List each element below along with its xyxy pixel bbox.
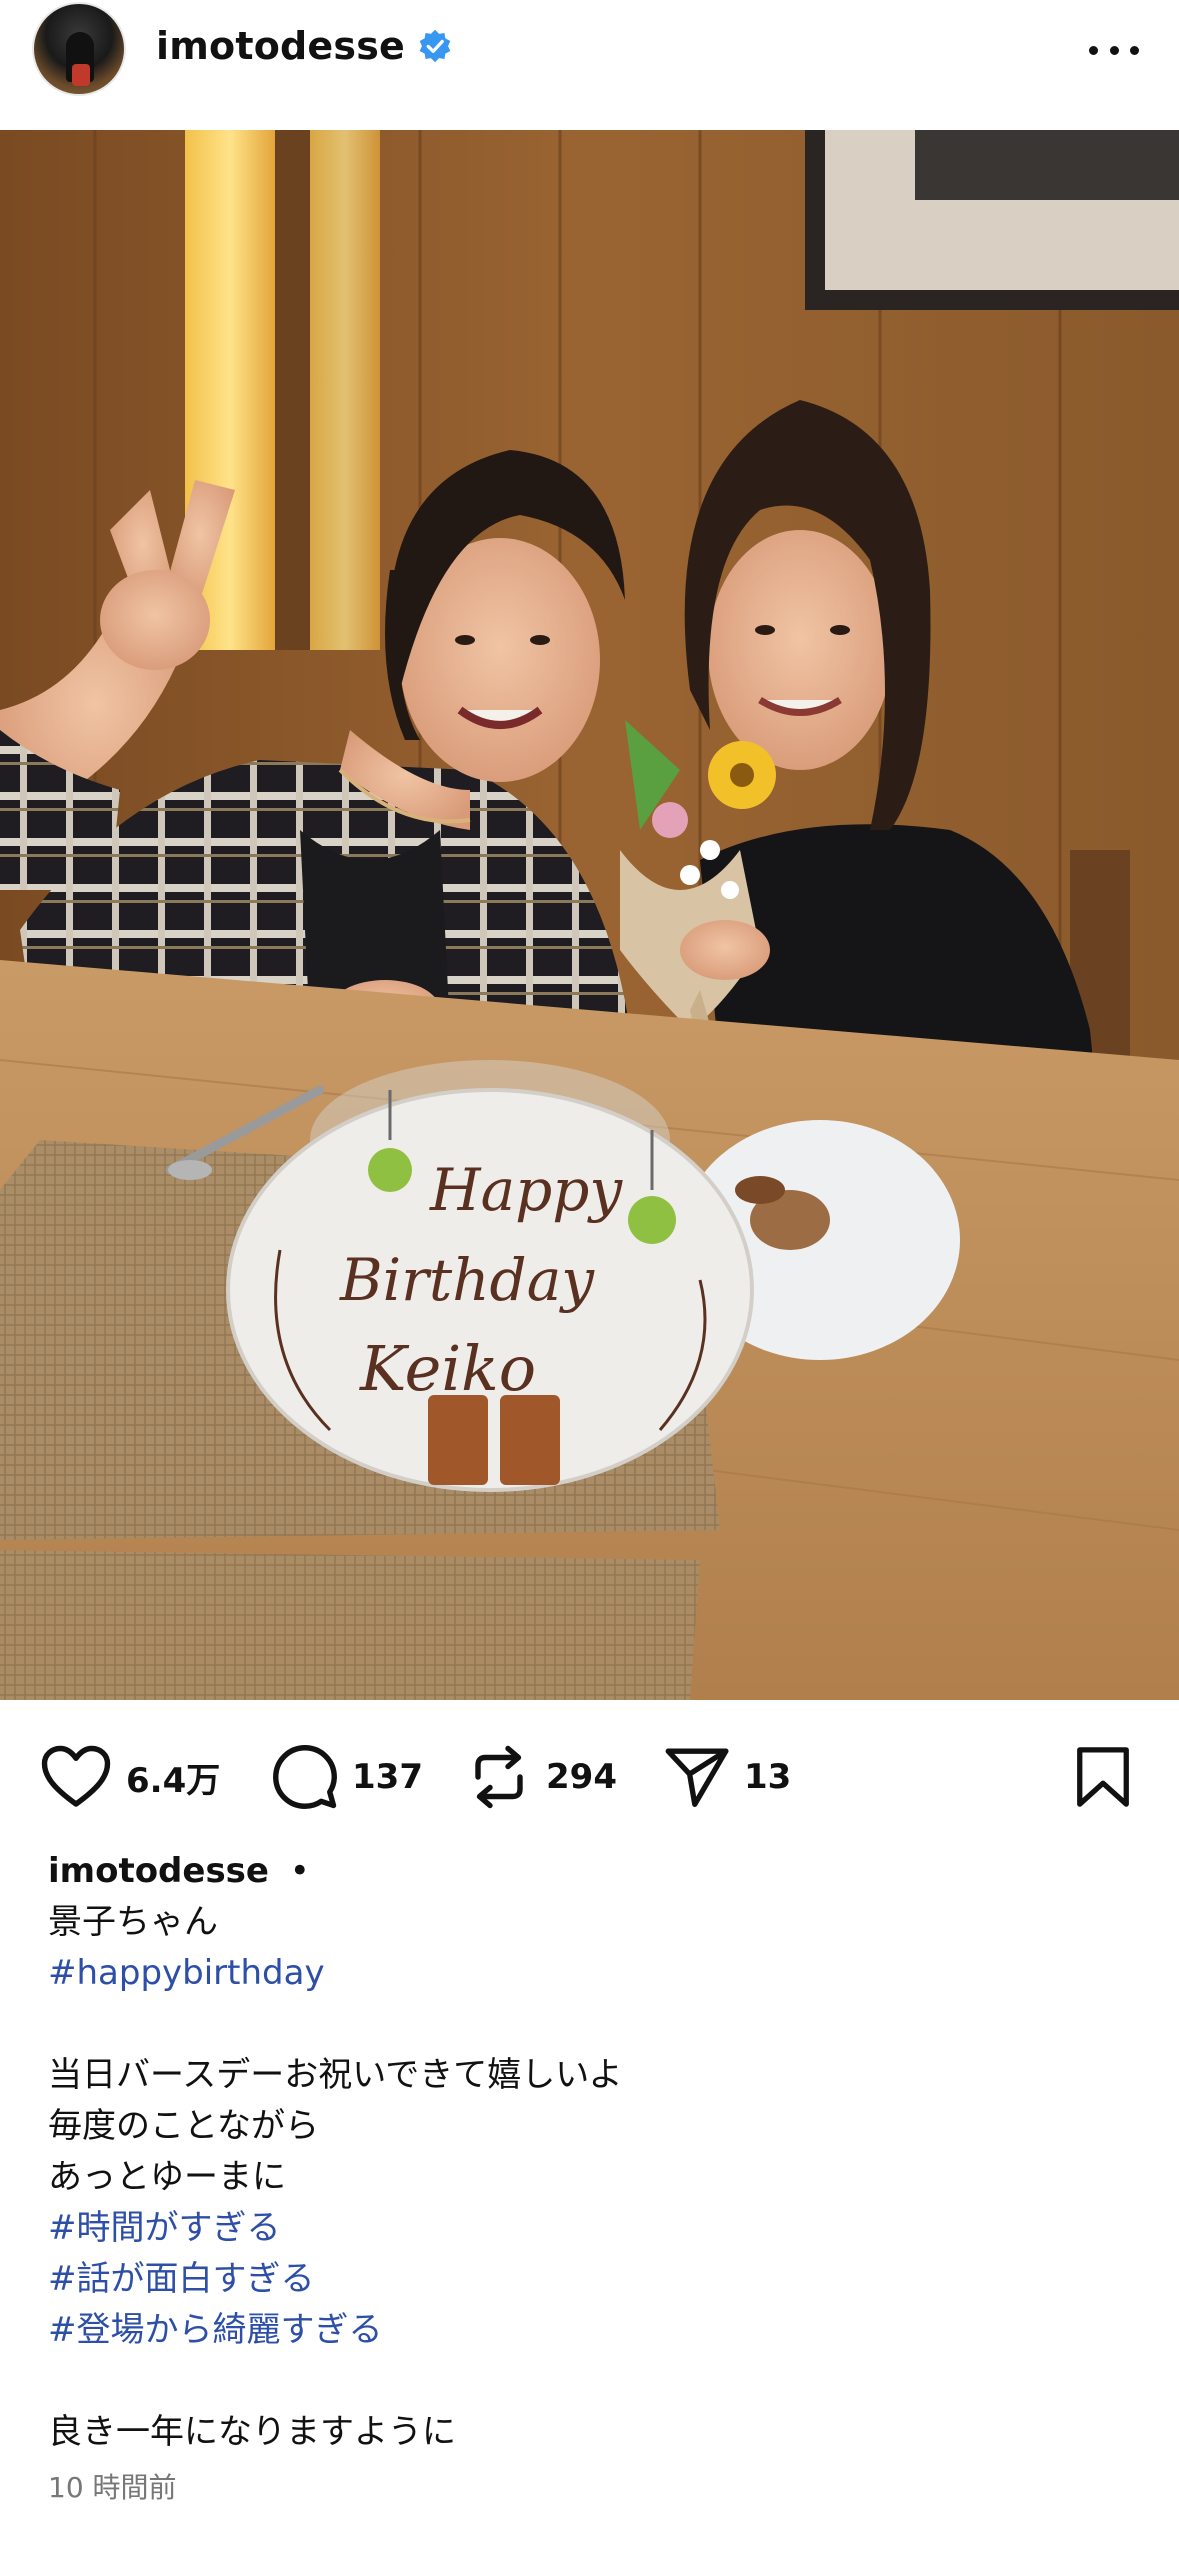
caption-line: 毎度のことながら <box>48 2106 319 2146</box>
bookmark-icon <box>1077 1747 1129 1807</box>
repost-button[interactable]: 294 <box>466 1744 617 1810</box>
caption-author[interactable]: imotodesse <box>48 1851 269 1891</box>
post-actions: 6.4万 137 294 13 <box>0 1700 1179 1850</box>
caption-separator: • <box>289 1851 310 1891</box>
share-count: 13 <box>744 1757 792 1797</box>
like-count: 6.4万 <box>126 1760 221 1801</box>
dot <box>1130 45 1139 55</box>
hashtag-link[interactable]: #時間がすぎる <box>48 2203 1128 2254</box>
avatar[interactable] <box>32 2 126 96</box>
post-caption: imotodesse • 景子ちゃん #happybirthday 当日バースデ… <box>48 1846 1128 2458</box>
repost-icon <box>475 1745 523 1809</box>
avatar-figure-detail <box>72 64 90 86</box>
caption-line: あっとゆーまに <box>48 2157 286 2197</box>
caption-line: 当日バースデーお祝いできて嬉しいよ <box>48 2055 623 2095</box>
verified-badge-icon <box>419 29 451 63</box>
username-row: imotodesse <box>156 24 453 68</box>
like-button[interactable]: 6.4万 <box>40 1744 220 1810</box>
hashtag-link[interactable]: #happybirthday <box>48 1948 1128 1999</box>
username[interactable]: imotodesse <box>156 24 405 68</box>
cake-text-birthday: Birthday <box>339 1246 595 1314</box>
hashtag-link[interactable]: #登場から綺麗すぎる <box>48 2305 1128 2356</box>
comment-icon <box>273 1745 337 1809</box>
post-photo-illustration: Happy Birthday Keiko <box>0 130 1179 1700</box>
caption-author-row: imotodesse • <box>48 1846 1128 1897</box>
cake-text-happy: Happy <box>429 1156 623 1224</box>
post-timestamp: 10 時間前 <box>48 2471 177 2504</box>
post-header: imotodesse <box>0 0 1179 130</box>
share-button[interactable]: 13 <box>664 1744 791 1810</box>
more-horizontal-icon[interactable] <box>1089 44 1139 56</box>
heart-icon <box>41 1745 111 1807</box>
dot <box>1089 45 1098 55</box>
comment-button[interactable]: 137 <box>272 1744 423 1810</box>
caption-line: 景子ちゃん <box>48 1902 218 1942</box>
cake-text-name: Keiko <box>359 1332 536 1405</box>
caption-line: 良き一年になりますように <box>48 2412 456 2452</box>
hashtag-link[interactable]: #話が面白すぎる <box>48 2254 1128 2305</box>
dot <box>1109 45 1119 55</box>
save-button[interactable] <box>1075 1746 1131 1808</box>
send-icon <box>665 1748 729 1807</box>
repost-count: 294 <box>546 1757 617 1797</box>
post-photo[interactable]: Happy Birthday Keiko <box>0 130 1179 1700</box>
comment-count: 137 <box>352 1757 423 1797</box>
